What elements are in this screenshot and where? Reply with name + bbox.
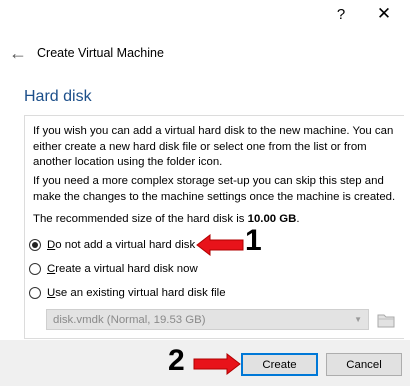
dialog-title: Create Virtual Machine (37, 46, 164, 60)
radio-button[interactable] (29, 287, 41, 299)
red-arrow-left-icon (196, 234, 244, 256)
option-create-disk-label[interactable]: Create a virtual hard disk now (47, 263, 198, 275)
radio-button-checked[interactable] (29, 239, 41, 251)
folder-icon[interactable] (374, 309, 398, 330)
close-button[interactable]: ✕ (374, 4, 394, 24)
step-1-marker: 1 (245, 224, 262, 257)
red-arrow-right-icon (193, 353, 241, 375)
help-button[interactable]: ? (334, 6, 348, 23)
back-arrow-icon[interactable]: ← (9, 43, 27, 64)
step-2-marker: 2 (168, 344, 185, 377)
create-button[interactable]: Create (241, 353, 318, 376)
description-paragraph-1: If you wish you can add a virtual hard d… (33, 125, 394, 168)
label-rest: se an existing virtual hard disk file (55, 287, 226, 299)
option-create-disk[interactable]: Create a virtual hard disk now (29, 261, 198, 277)
cancel-button[interactable]: Cancel (326, 353, 402, 376)
recommended-prefix: The recommended size of the hard disk is (33, 213, 248, 225)
option-existing-disk-label[interactable]: Use an existing virtual hard disk file (47, 287, 226, 299)
mnemonic: U (47, 287, 56, 299)
label-rest: o not add a virtual hard disk (55, 239, 196, 251)
section-title: Hard disk (24, 88, 92, 105)
recommended-suffix: . (296, 213, 300, 225)
disk-file-select[interactable]: disk.vmdk (Normal, 19.53 GB) ▼ (46, 309, 369, 330)
option-existing-disk[interactable]: Use an existing virtual hard disk file (29, 285, 226, 301)
label-rest: reate a virtual hard disk now (55, 263, 198, 275)
option-no-disk-label[interactable]: Do not add a virtual hard disk (47, 239, 195, 251)
radio-button[interactable] (29, 263, 41, 275)
mnemonic: D (47, 239, 56, 251)
disk-file-value: disk.vmdk (Normal, 19.53 GB) (53, 313, 206, 326)
mnemonic: C (47, 263, 56, 275)
description-paragraph-2: If you need a more complex storage set-u… (33, 175, 396, 203)
option-no-disk[interactable]: Do not add a virtual hard disk (29, 237, 195, 253)
chevron-down-icon: ▼ (354, 315, 362, 324)
